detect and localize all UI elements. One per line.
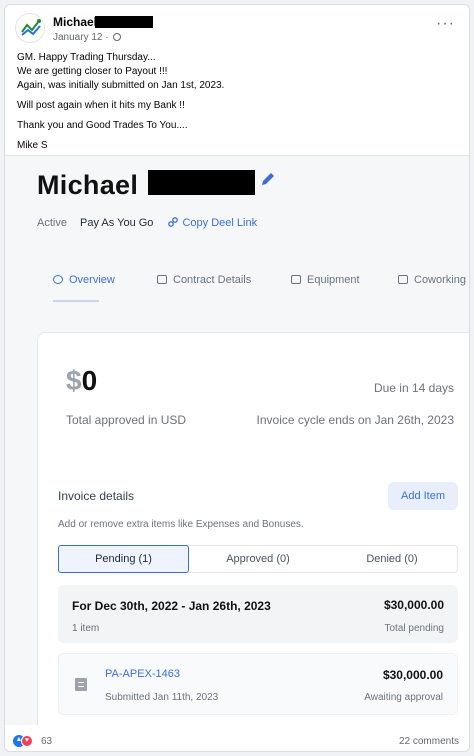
invoice-amount: $30,000.00 (382, 668, 443, 682)
copy-link-label: Copy Deel Link (182, 217, 258, 229)
cycle-end-text: Invoice cycle ends on Jan 26th, 2023 (256, 413, 454, 427)
invoice-submitted-date: Submitted Jan 11th, 2023 (105, 692, 219, 703)
tab-pending[interactable]: Pending (1) (58, 545, 189, 573)
period-status: Total pending (384, 623, 445, 634)
period-item-count: 1 item (72, 623, 100, 634)
tab-label: Contract Details (173, 274, 252, 286)
profile-name: Michael (37, 170, 139, 200)
overview-icon (53, 275, 63, 284)
post-date-text: January 12 (53, 32, 103, 43)
post-line: Again, was initially submitted on Jan 1s… (17, 80, 225, 91)
reaction-count[interactable]: 63 (41, 736, 52, 747)
profile-status-row: Active Pay As You Go Copy Deel Link (37, 217, 257, 229)
love-reaction-icon[interactable]: ♥ (21, 735, 33, 747)
comments-count-link[interactable]: 22 comments (399, 736, 459, 747)
approved-amount: $0 (66, 365, 97, 397)
document-icon (75, 678, 87, 691)
post-line: Thank you and Good Trades To You.... (17, 120, 188, 131)
post-line: GM. Happy Trading Thursday... (17, 52, 156, 63)
post-date[interactable]: January 12 · (53, 32, 122, 43)
tab-coworking[interactable]: Coworking (398, 274, 466, 286)
plan-text: Pay As You Go (80, 217, 154, 229)
invoice-period-summary: For Dec 30th, 2022 - Jan 26th, 2023 $30,… (58, 585, 458, 643)
facebook-post: Michael January 12 · ··· GM. Happy Tradi… (4, 4, 470, 752)
post-line: Mike S (17, 140, 48, 151)
building-icon (398, 275, 408, 284)
invoice-status-tabs: Pending (1) Approved (0) Denied (0) (58, 545, 458, 573)
post-line: We are getting closer to Payout !!! (17, 66, 168, 77)
period-amount: $30,000.00 (383, 598, 444, 612)
post-line: Will post again when it hits my Bank !! (17, 100, 185, 111)
tab-overview[interactable]: Overview (53, 274, 115, 302)
currency-symbol: $ (66, 365, 82, 396)
post-footer: ▲ ♥ 63 22 comments (5, 729, 469, 751)
tab-contract-details[interactable]: Contract Details (157, 274, 251, 286)
invoice-details-heading: Invoice details (58, 489, 135, 503)
redaction-bar (95, 16, 153, 28)
post-header: Michael January 12 · ··· (15, 13, 459, 45)
post-body: GM. Happy Trading Thursday... We are get… (17, 51, 459, 153)
total-approved-label: Total approved in USD (66, 413, 187, 427)
tab-label: Overview (69, 274, 115, 286)
pencil-icon[interactable] (259, 170, 277, 188)
invoice-id-link[interactable]: PA-APEX-1463 (105, 668, 180, 680)
contract-icon (157, 275, 167, 284)
tab-approved[interactable]: Approved (0) (193, 546, 323, 572)
globe-icon (113, 33, 122, 41)
tab-denied[interactable]: Denied (0) (327, 546, 457, 572)
add-item-button[interactable]: Add Item (388, 482, 458, 510)
status-text: Active (37, 217, 67, 229)
amount-value: 0 (81, 365, 98, 396)
link-icon (168, 217, 179, 227)
author-name[interactable]: Michael (53, 15, 97, 29)
invoice-row[interactable]: PA-APEX-1463 $30,000.00 Submitted Jan 11… (58, 653, 458, 715)
invoice-status: Awaiting approval (364, 692, 443, 703)
attached-screenshot[interactable]: Michael Active Pay As You Go Copy Deel L… (5, 155, 469, 725)
tab-label: Equipment (307, 274, 360, 286)
redaction-bar (148, 170, 255, 195)
copy-link-button[interactable]: Copy Deel Link (168, 217, 257, 229)
active-tab-indicator (53, 300, 99, 302)
tab-bar: Overview Contract Details Equipment Cowo… (53, 274, 469, 304)
tab-equipment[interactable]: Equipment (291, 274, 360, 286)
overview-card: $0 Due in 14 days Total approved in USD … (37, 332, 469, 725)
period-title: For Dec 30th, 2022 - Jan 26th, 2023 (72, 599, 271, 613)
invoice-details-subtitle: Add or remove extra items like Expenses … (58, 519, 304, 530)
laptop-icon (291, 275, 301, 284)
avatar[interactable] (15, 13, 45, 43)
more-options-icon[interactable]: ··· (436, 15, 455, 33)
tab-label: Coworking (414, 274, 466, 286)
due-text: Due in 14 days (373, 381, 454, 395)
